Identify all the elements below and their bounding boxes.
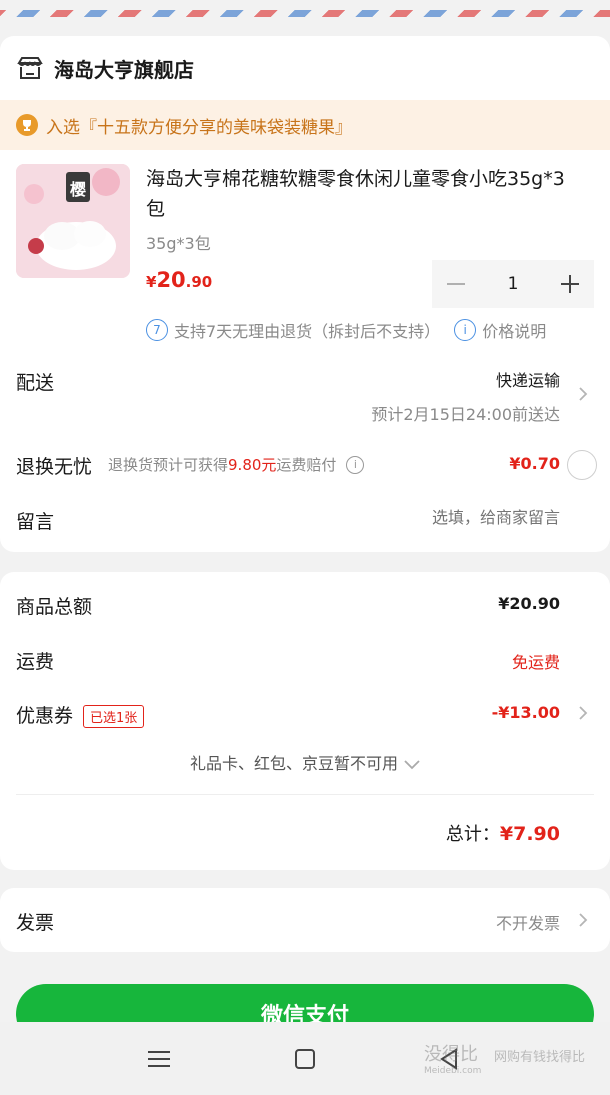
product-spec: 35g*3包 <box>146 234 211 253</box>
shipping-value: 免运费 <box>511 653 560 672</box>
return-desc-prefix: 退换货预计可获得 <box>108 456 229 474</box>
gift-card-unavailable-row[interactable]: 礼品卡、红包、京豆暂不可用 <box>0 750 610 774</box>
coupon-value[interactable]: -¥13.00 <box>492 703 560 722</box>
coupon-chevron-right-icon[interactable] <box>576 706 590 720</box>
service-guarantee[interactable]: 7 支持7天无理由退货（拆封后不支持） i 价格说明 <box>146 316 546 344</box>
chevron-down-icon <box>404 759 420 769</box>
home-button[interactable] <box>288 1042 322 1076</box>
increase-button[interactable] <box>546 260 594 308</box>
return-service-label: 退换无忧 <box>16 456 93 478</box>
quantity-value[interactable]: 1 <box>480 274 546 294</box>
return-policy-text: 支持7天无理由退货（拆封后不支持） <box>174 322 441 341</box>
product-image-label: 樱 <box>70 180 87 199</box>
quantity-stepper: 1 <box>432 260 594 308</box>
return-desc-amount: 9.80元 <box>228 456 277 474</box>
delivery-label: 配送 <box>16 372 55 394</box>
remark-input[interactable] <box>260 508 560 527</box>
award-banner[interactable]: 入选『十五款方便分享的美味袋装糖果』 <box>0 100 610 150</box>
return-info-icon[interactable]: i <box>346 455 365 474</box>
price-decimal: .90 <box>185 273 213 291</box>
watermark-side: 网购有钱找得比 <box>494 1050 586 1065</box>
invoice-label: 发票 <box>16 912 55 934</box>
delivery-method[interactable]: 快递运输 <box>496 367 560 391</box>
order-total: 总计：¥7.90 <box>446 820 560 846</box>
menu-icon <box>148 1051 170 1067</box>
total-amount: ¥7.90 <box>499 823 560 845</box>
price-explanation-link[interactable]: 价格说明 <box>482 318 546 342</box>
gift-card-unavailable-text: 礼品卡、红包、京豆暂不可用 <box>189 754 398 773</box>
info-icon: i <box>454 319 477 341</box>
plus-icon <box>561 275 579 293</box>
minus-icon <box>447 283 465 285</box>
store-icon <box>17 57 43 79</box>
menu-button[interactable] <box>142 1042 176 1076</box>
price-summary-card: 商品总额 ¥20.90 运费 免运费 优惠券 已选1张 -¥13.00 礼品卡、红… <box>0 572 610 870</box>
coupon-label: 优惠券 <box>16 705 74 727</box>
product-image[interactable]: 樱 <box>16 164 130 278</box>
store-header[interactable]: 海岛大亨旗舰店 <box>16 50 194 86</box>
shipping-label: 运费 <box>16 651 55 673</box>
award-text: 入选『十五款方便分享的美味袋装糖果』 <box>46 117 352 138</box>
remark-label: 留言 <box>16 511 55 533</box>
seven-day-return-icon: 7 <box>146 319 168 341</box>
invoice-card[interactable]: 发票 不开发票 <box>0 888 610 952</box>
watermark: 没得比 Meidebi.com 网购有钱找得比 <box>424 1040 604 1080</box>
product-price: ¥20.90 <box>146 268 212 292</box>
price-integer: 20 <box>156 268 186 292</box>
coupon-row[interactable]: 优惠券 已选1张 <box>16 701 145 728</box>
decrease-button[interactable] <box>432 260 480 308</box>
delivery-chevron-right-icon[interactable] <box>576 387 590 401</box>
goods-total-label: 商品总额 <box>16 596 93 618</box>
return-desc-suffix: 运费赔付 <box>276 456 337 474</box>
coupon-selected-badge: 已选1张 <box>83 705 145 728</box>
store-name: 海岛大亨旗舰店 <box>54 57 194 82</box>
home-icon <box>295 1049 315 1069</box>
total-label: 总计： <box>445 824 500 845</box>
product-title[interactable]: 海岛大亨棉花糖软糖零食休闲儿童零食小吃35g*3包 <box>146 164 566 224</box>
delivery-eta: 预计2月15日24:00前送达 <box>371 405 560 424</box>
invoice-value[interactable]: 不开发票 <box>496 910 560 934</box>
goods-total-value: ¥20.90 <box>498 594 560 613</box>
airmail-stripe <box>0 0 610 22</box>
invoice-chevron-right-icon[interactable] <box>576 913 590 927</box>
return-service-price: ¥0.70 <box>509 454 560 473</box>
price-currency: ¥ <box>146 273 157 291</box>
summary-divider <box>16 794 594 795</box>
return-service-radio[interactable] <box>567 450 597 480</box>
order-card: 海岛大亨旗舰店 入选『十五款方便分享的美味袋装糖果』 樱 海岛大亨棉花糖软糖零食… <box>0 36 610 552</box>
return-service-desc: 退换货预计可获得 9.80元 运费赔付 i <box>108 454 365 475</box>
watermark-sub: Meidebi.com <box>424 1066 482 1076</box>
trophy-icon <box>16 114 38 136</box>
